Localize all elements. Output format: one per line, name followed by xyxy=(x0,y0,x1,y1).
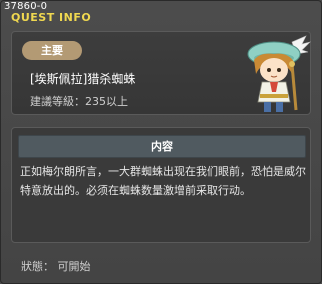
quest-content-panel: 内容 正如梅尔朗所言，一大群蜘蛛出现在我们眼前，恐怕是威尔特意放出的。必须在蜘蛛… xyxy=(11,127,311,243)
npc-portrait xyxy=(247,35,311,112)
quest-recommended-level: 建議等級：235以上 xyxy=(30,95,128,108)
content-description: 正如梅尔朗所言，一大群蜘蛛出现在我们眼前，恐怕是威尔特意放出的。必须在蜘蛛数量激… xyxy=(20,165,306,197)
quest-summary-card: 主要 [埃斯佩拉]猎杀蜘蛛 建議等級：235以上 xyxy=(11,31,311,115)
quest-info-window: 37860-0 QUEST INFO 主要 [埃斯佩拉]猎杀蜘蛛 建議等級：23… xyxy=(0,0,322,284)
content-header: 内容 xyxy=(18,135,306,158)
window-title: QUEST INFO xyxy=(11,11,92,24)
quest-name: [埃斯佩拉]猎杀蜘蛛 xyxy=(30,72,136,86)
quest-status: 狀態： 可開始 xyxy=(21,260,91,273)
quest-type-badge: 主要 xyxy=(22,41,82,60)
